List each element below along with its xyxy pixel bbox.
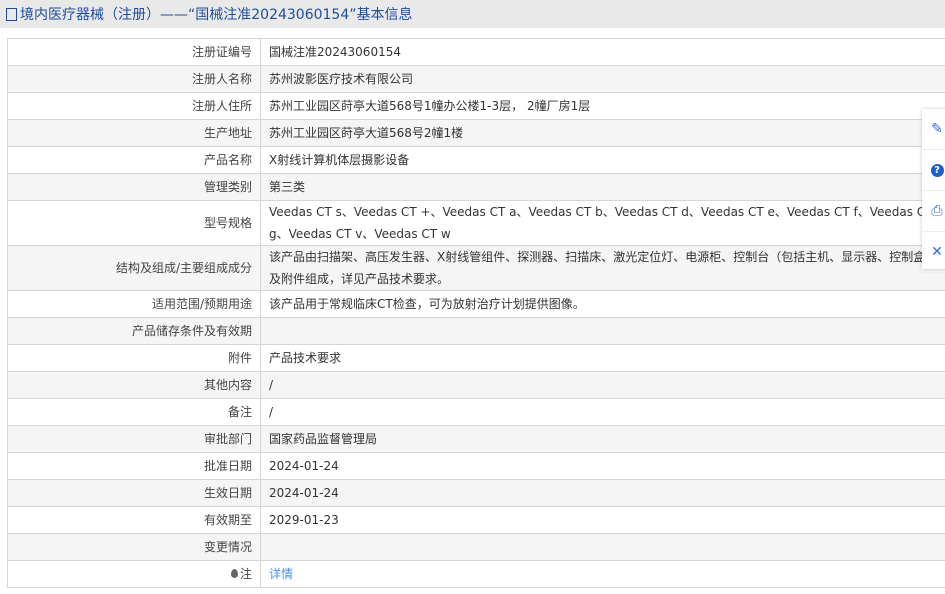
row-value: X射线计算机体层摄影设备 xyxy=(260,146,945,174)
row-value: 产品技术要求 xyxy=(260,344,945,372)
close-icon[interactable]: ✕ xyxy=(922,232,945,273)
row-label: 有效期至 xyxy=(7,506,261,534)
row-value: 苏州波影医疗技术有限公司 xyxy=(260,65,945,93)
table-row: 适用范围/预期用途 该产品用于常规临床CT检查，可为放射治疗计划提供图像。 xyxy=(7,290,945,318)
row-label: 生产地址 xyxy=(7,119,261,147)
info-table: 注册证编号 国械注准20243060154 注册人名称 苏州波影医疗技术有限公司 注册人… xyxy=(7,38,945,588)
details-link[interactable]: 详情 xyxy=(269,567,293,581)
row-value: Veedas CT s、Veedas CT +、Veedas CT a、Veed… xyxy=(260,200,945,246)
row-value: 2024-01-24 xyxy=(260,452,945,480)
table-row: 其他内容 / xyxy=(7,371,945,399)
row-label: 产品名称 xyxy=(7,146,261,174)
help-icon: ? xyxy=(930,163,944,177)
row-label: 备注 xyxy=(7,398,261,426)
row-value: / xyxy=(260,371,945,399)
row-label: 变更情况 xyxy=(7,533,261,561)
table-row: 结构及组成/主要组成成分 该产品由扫描架、高压发生器、X射线管组件、探测器、扫描床… xyxy=(7,245,945,291)
row-value: 该产品由扫描架、高压发生器、X射线管组件、探测器、扫描床、激光定位灯、电源柜、控… xyxy=(260,245,945,291)
row-value: 2029-01-23 xyxy=(260,506,945,534)
note-label: 注 xyxy=(7,560,261,588)
row-label: 审批部门 xyxy=(7,425,261,453)
edit-icon[interactable]: ✎ xyxy=(922,109,945,150)
table-row: 产品储存条件及有效期 xyxy=(7,317,945,345)
row-value xyxy=(260,317,945,345)
row-label: 管理类别 xyxy=(7,173,261,201)
table-row: 备注 / xyxy=(7,398,945,426)
note-text: 注 xyxy=(239,567,252,581)
row-value: 国械注准20243060154 xyxy=(260,38,945,66)
row-value: 苏州工业园区莳亭大道568号2幢1楼 xyxy=(260,119,945,147)
title-text: 境内医疗器械（注册）——“国械注准20243060154”基本信息 xyxy=(20,7,413,23)
table-row-note: 注 详情 xyxy=(7,560,945,588)
table-row: 管理类别 第三类 xyxy=(7,173,945,201)
table-row: 附件 产品技术要求 xyxy=(7,344,945,372)
row-label: 注册人名称 xyxy=(7,65,261,93)
row-value xyxy=(260,533,945,561)
table-row: 产品名称 X射线计算机体层摄影设备 xyxy=(7,146,945,174)
row-label: 注册人住所 xyxy=(7,92,261,120)
row-value: 苏州工业园区莳亭大道568号1幢办公楼1-3层， 2幢厂房1层 xyxy=(260,92,945,120)
pin-icon xyxy=(230,569,238,578)
table-row: 生产地址 苏州工业园区莳亭大道568号2幢1楼 xyxy=(7,119,945,147)
help-button[interactable]: ? xyxy=(922,150,945,191)
table-row: 注册证编号 国械注准20243060154 xyxy=(7,38,945,66)
table-row: 变更情况 xyxy=(7,533,945,561)
table-row: 型号规格 Veedas CT s、Veedas CT +、Veedas CT a、… xyxy=(7,200,945,246)
row-label: 附件 xyxy=(7,344,261,372)
page-title: 境内医疗器械（注册）——“国械注准20243060154”基本信息 xyxy=(0,0,945,28)
table-row: 审批部门 国家药品监督管理局 xyxy=(7,425,945,453)
row-value: 该产品用于常规临床CT检查，可为放射治疗计划提供图像。 xyxy=(260,290,945,318)
row-label: 其他内容 xyxy=(7,371,261,399)
row-value: / xyxy=(260,398,945,426)
floating-toolbar: ✎ ? ⎙ ✕ xyxy=(922,109,945,273)
row-label: 生效日期 xyxy=(7,479,261,507)
row-label: 批准日期 xyxy=(7,452,261,480)
row-label: 注册证编号 xyxy=(7,38,261,66)
table-row: 批准日期 2024-01-24 xyxy=(7,452,945,480)
row-label: 结构及组成/主要组成成分 xyxy=(7,245,261,291)
row-value: 2024-01-24 xyxy=(260,479,945,507)
row-label: 型号规格 xyxy=(7,200,261,246)
table-row: 注册人名称 苏州波影医疗技术有限公司 xyxy=(7,65,945,93)
table-row: 有效期至 2029-01-23 xyxy=(7,506,945,534)
table-row: 注册人住所 苏州工业园区莳亭大道568号1幢办公楼1-3层， 2幢厂房1层 xyxy=(7,92,945,120)
row-value: 国家药品监督管理局 xyxy=(260,425,945,453)
row-label: 产品储存条件及有效期 xyxy=(7,317,261,345)
row-value: 第三类 xyxy=(260,173,945,201)
row-label: 适用范围/预期用途 xyxy=(7,290,261,318)
table-row: 生效日期 2024-01-24 xyxy=(7,479,945,507)
print-icon[interactable]: ⎙ xyxy=(922,191,945,232)
document-icon xyxy=(6,7,17,21)
